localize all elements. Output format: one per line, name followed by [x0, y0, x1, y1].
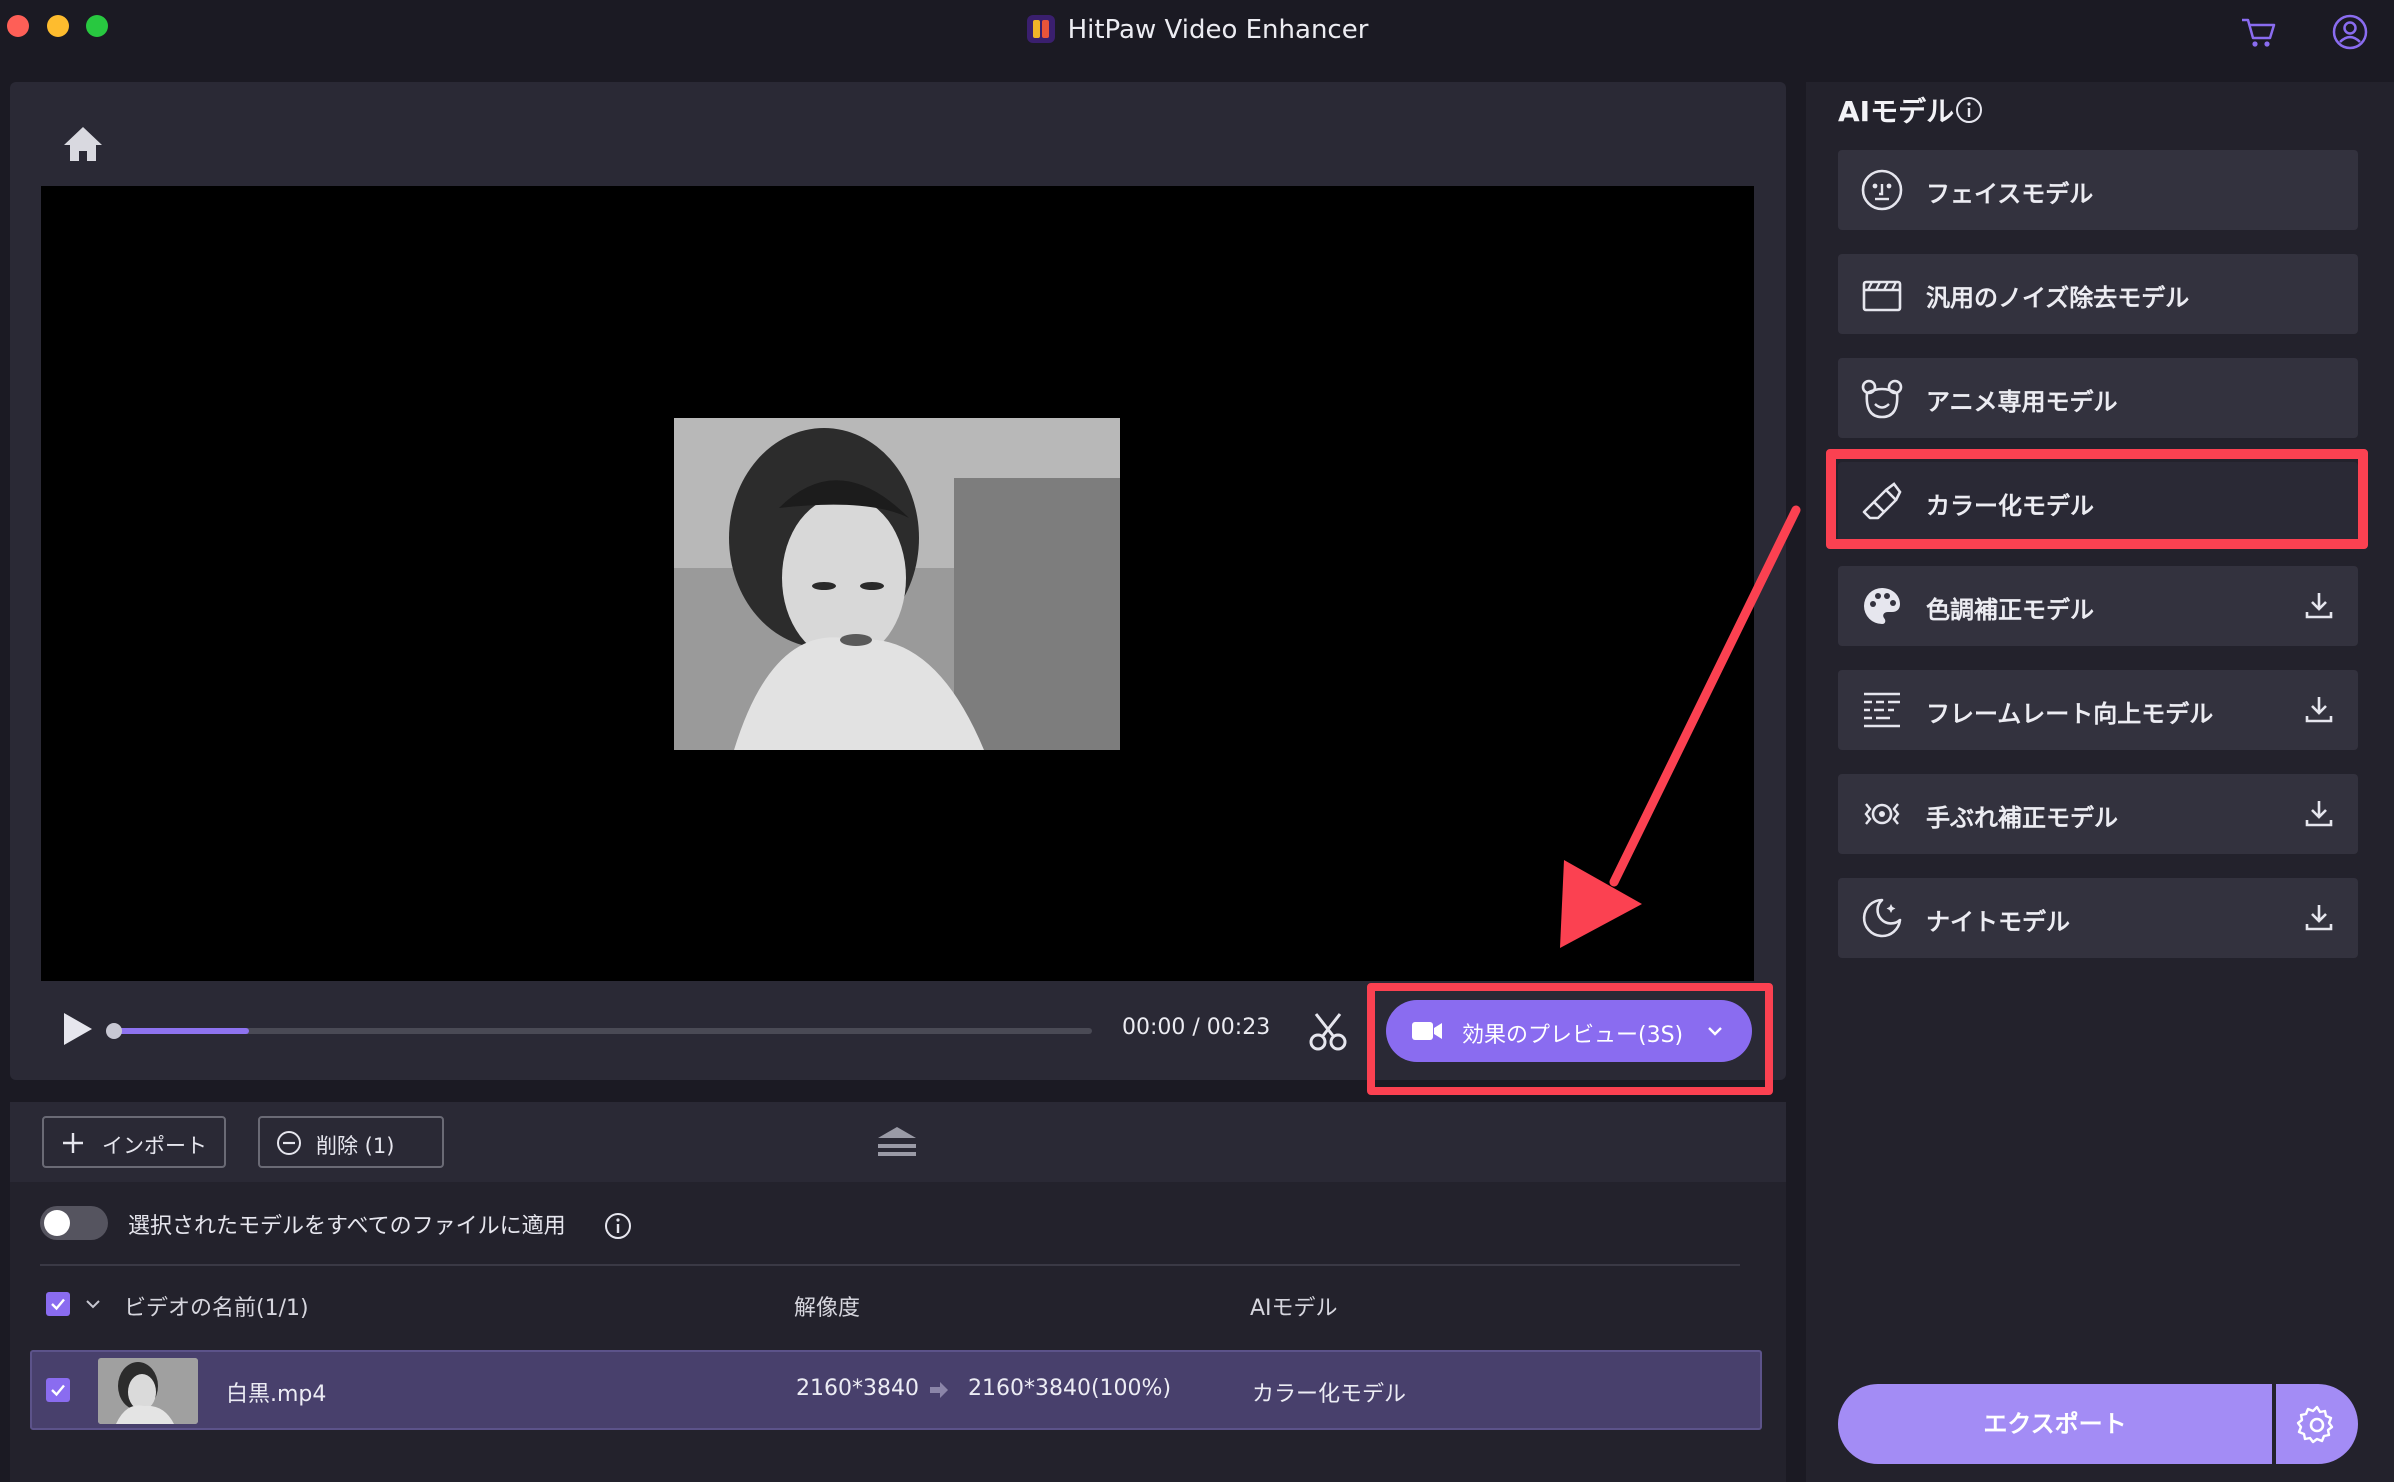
column-header-name: ビデオの名前(1/1) [124, 1296, 309, 1321]
play-icon[interactable] [48, 1001, 104, 1057]
scissors-icon[interactable] [1300, 1004, 1356, 1058]
preview-panel: 00:00 / 00:23 効果のプレビュー(3S) [10, 82, 1786, 1080]
apply-all-toggle[interactable] [40, 1206, 108, 1240]
title-bar: HitPaw Video Enhancer [0, 0, 2394, 60]
model-item-night[interactable]: ナイトモデル [1838, 878, 2358, 958]
column-header-resolution: 解像度 [794, 1296, 861, 1321]
clapperboard-icon [1862, 280, 1902, 312]
annotation-arrow [1560, 505, 1801, 948]
video-thumbnail [98, 1358, 198, 1424]
stabilize-icon [1864, 803, 1900, 825]
home-icon[interactable] [52, 115, 114, 171]
row-model: カラー化モデル [1252, 1382, 1407, 1407]
model-item-stabilization[interactable]: 手ぶれ補正モデル [1838, 774, 2358, 854]
arrow-right-icon [930, 1382, 948, 1398]
import-label: インポート [102, 1134, 207, 1158]
model-label: 色調補正モデル [1926, 596, 2094, 624]
palette-icon [1864, 588, 1900, 624]
sidebar-title: AIモデル [1838, 95, 1955, 128]
cart-icon[interactable] [2238, 12, 2278, 52]
face-icon [1861, 169, 1903, 211]
row-checkbox[interactable] [46, 1378, 70, 1402]
download-icon[interactable] [2302, 900, 2336, 934]
column-header-model: AIモデル [1250, 1296, 1338, 1321]
thumbnail-portrait [98, 1358, 198, 1424]
resolution-output: 2160*3840(100%) [968, 1376, 1172, 1401]
download-icon[interactable] [2302, 796, 2336, 830]
highlight-box-model [1826, 449, 2368, 549]
frames-icon [1864, 692, 1900, 728]
check-icon [51, 1298, 65, 1311]
model-item-face[interactable]: フェイスモデル [1838, 150, 2358, 230]
model-item-denoise[interactable]: 汎用のノイズ除去モデル [1838, 254, 2358, 334]
highlight-box-preview [1367, 983, 1773, 1095]
progress-knob[interactable] [106, 1023, 122, 1039]
moon-icon [1862, 898, 1902, 938]
chevron-down-icon[interactable] [84, 1295, 102, 1313]
file-toolbar: インポート 削除 (1) [10, 1102, 1786, 1182]
app-title: HitPaw Video Enhancer [0, 14, 2394, 45]
app-logo-icon [1026, 15, 1055, 43]
progress-track[interactable] [106, 1023, 1092, 1039]
gear-icon [2296, 1405, 2334, 1444]
portrait-image [674, 418, 1120, 750]
model-label: フレームレート向上モデル [1926, 700, 2214, 728]
select-all-checkbox[interactable] [46, 1292, 70, 1316]
check-icon [51, 1384, 65, 1397]
model-label: アニメ専用モデル [1926, 388, 2118, 416]
delete-label: 削除 (1) [316, 1134, 395, 1158]
model-label: フェイスモデル [1926, 180, 2094, 208]
account-icon[interactable] [2330, 12, 2370, 52]
minus-circle-icon [277, 1131, 301, 1155]
export-settings-button[interactable] [2276, 1384, 2358, 1464]
resolution-original: 2160*3840 [796, 1376, 919, 1401]
time-readout: 00:00 / 00:23 [1122, 1015, 1271, 1040]
model-label: 汎用のノイズ除去モデル [1926, 284, 2190, 312]
apply-all-row: 選択されたモデルをすべてのファイルに適用 [40, 1202, 840, 1242]
download-icon[interactable] [2302, 692, 2336, 726]
table-divider [40, 1264, 1740, 1266]
import-button[interactable]: インポート [42, 1116, 226, 1168]
file-panel: インポート 削除 (1) 選択されたモデルをすべてのファイルに適用 ビデオの名前… [10, 1102, 1786, 1482]
model-label: 手ぶれ補正モデル [1926, 804, 2118, 832]
progress-fill [112, 1028, 250, 1034]
video-viewport [41, 186, 1754, 981]
download-icon[interactable] [2302, 588, 2336, 622]
bear-icon [1861, 379, 1903, 419]
model-item-frame-rate[interactable]: フレームレート向上モデル [1838, 670, 2358, 750]
model-item-anime[interactable]: アニメ専用モデル [1838, 358, 2358, 438]
app-title-text: HitPaw Video Enhancer [1067, 15, 1369, 45]
video-frame-image [674, 418, 1120, 750]
ai-model-sidebar: AIモデル フェイスモデル 汎用のノイズ除去モデル アニメ専用モデル カラー化モ… [1806, 82, 2394, 1482]
delete-button[interactable]: 削除 (1) [258, 1116, 444, 1168]
plus-icon [63, 1133, 83, 1153]
info-icon[interactable] [604, 1212, 632, 1240]
table-row[interactable]: 白黒.mp4 2160*3840 2160*3840(100%) カラー化モデル [30, 1350, 1762, 1430]
collapse-panel-icon[interactable] [874, 1122, 920, 1162]
table-header: ビデオの名前(1/1) 解像度 AIモデル [10, 1282, 1786, 1326]
file-name: 白黒.mp4 [226, 1382, 327, 1407]
export-button[interactable]: エクスポート [1838, 1384, 2272, 1464]
apply-all-label: 選択されたモデルをすべてのファイルに適用 [128, 1214, 566, 1239]
info-icon[interactable] [1954, 95, 1984, 125]
model-item-color-correction[interactable]: 色調補正モデル [1838, 566, 2358, 646]
model-label: ナイトモデル [1926, 908, 2070, 936]
toggle-knob [44, 1210, 70, 1236]
